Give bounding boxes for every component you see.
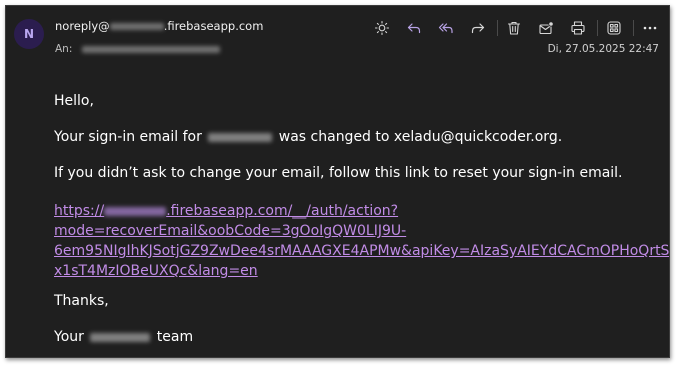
apps-icon[interactable]	[603, 17, 625, 39]
thanks-line: Thanks,	[54, 293, 109, 309]
team-signature: Your team	[54, 329, 193, 345]
email-date: Di, 27.05.2025 22:47	[547, 43, 659, 55]
changed-suffix: was changed to xeladu@quickcoder.org.	[278, 129, 563, 145]
reset-notice: If you didn’t ask to change your email, …	[54, 165, 623, 181]
message-toolbar	[371, 17, 661, 39]
reset-link[interactable]: https:// .firebaseapp.com/__/auth/action?…	[54, 203, 670, 279]
redacted-team-name	[90, 332, 151, 342]
recipient-line: An:	[55, 43, 220, 55]
reset-link-line1-suffix: .firebaseapp.com/__/auth/action?	[166, 203, 399, 219]
redacted-recipient[interactable]	[81, 45, 220, 53]
more-icon[interactable]	[639, 17, 661, 39]
email-reading-pane: N noreply@ .firebaseapp.com An: Di, 27.05…	[5, 5, 670, 358]
reply-icon[interactable]	[403, 17, 425, 39]
sender-address-prefix: noreply@	[55, 19, 110, 33]
toolbar-divider	[597, 20, 598, 36]
redacted-link-domain	[104, 206, 167, 216]
email-header: N noreply@ .firebaseapp.com An: Di, 27.05…	[6, 6, 669, 70]
redacted-app-name	[208, 132, 273, 142]
avatar-initial: N	[23, 27, 35, 41]
greeting: Hello,	[54, 93, 94, 109]
email-changed-paragraph: Your sign-in email for was changed to xe…	[54, 129, 562, 145]
redacted-sender-domain	[109, 23, 164, 30]
reset-link-line3: 6em95NIgIhKJSotjGZ9ZwDee4srMAAAGXE4APMw&…	[54, 243, 670, 259]
reset-link-line2: mode=recoverEmail&oobCode=3gOoIgQW0LIJ9U…	[54, 223, 407, 239]
sender-avatar[interactable]: N	[14, 19, 44, 49]
toolbar-divider	[633, 20, 634, 36]
reset-link-line4: x1sT4MzIOBeUXQc&lang=en	[54, 263, 258, 279]
team-suffix: team	[156, 329, 194, 345]
sender-address-suffix: .firebaseapp.com	[163, 19, 264, 33]
theme-sun-icon[interactable]	[371, 17, 393, 39]
team-prefix: Your	[54, 329, 84, 345]
reply-all-icon[interactable]	[435, 17, 457, 39]
delete-icon[interactable]	[503, 17, 525, 39]
forward-icon[interactable]	[467, 17, 489, 39]
toolbar-divider	[497, 20, 498, 36]
reset-link-line1-prefix: https://	[54, 203, 105, 219]
print-icon[interactable]	[567, 17, 589, 39]
reset-link-paragraph: https:// .firebaseapp.com/__/auth/action?…	[54, 201, 670, 281]
mark-unread-icon[interactable]	[535, 17, 557, 39]
changed-prefix: Your sign-in email for	[54, 129, 202, 145]
recipient-label: An:	[55, 43, 73, 55]
sender-address[interactable]: noreply@ .firebaseapp.com	[55, 19, 263, 33]
